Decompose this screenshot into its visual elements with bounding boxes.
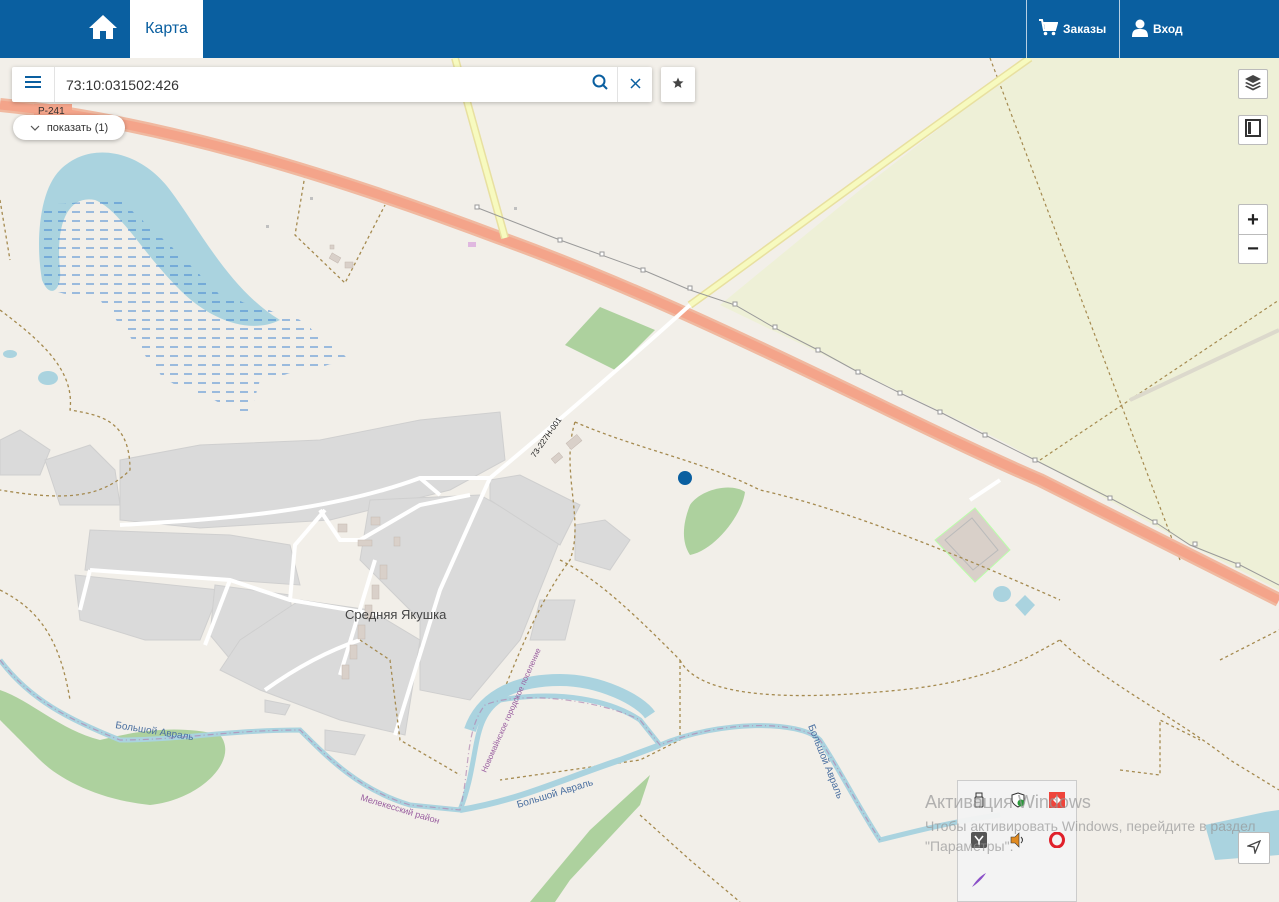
map-base-layer (0, 58, 1279, 902)
user-icon (1132, 19, 1153, 40)
search-bar (12, 67, 652, 102)
zoom-out-button[interactable]: − (1238, 234, 1268, 264)
show-results-label: показать (1) (46, 121, 109, 134)
tab-map[interactable]: Карта (130, 0, 203, 58)
opera-icon[interactable] (1048, 831, 1066, 849)
frame-icon (1244, 119, 1262, 141)
chevron-down-icon (30, 122, 47, 134)
close-icon (629, 76, 641, 94)
shield-icon[interactable] (1009, 791, 1027, 809)
cart-icon (1039, 19, 1063, 39)
login-button[interactable]: Вход (1119, 0, 1195, 58)
clear-search-button[interactable] (617, 67, 652, 102)
locate-button[interactable] (1238, 832, 1270, 864)
pen-icon[interactable] (970, 871, 988, 889)
system-tray-popup (957, 780, 1077, 902)
show-results-button[interactable]: показать (1) (13, 115, 125, 140)
top-navigation-bar: Карта Заказы Вход (0, 0, 1279, 58)
orders-label: Заказы (1063, 22, 1107, 36)
favorites-button[interactable] (661, 67, 695, 102)
map-canvas[interactable]: Р-241 73-227Н-001 Средняя Якушка Большой… (0, 58, 1279, 902)
usb-icon[interactable] (970, 791, 988, 809)
layers-icon (1244, 73, 1262, 95)
search-icon (592, 74, 608, 95)
search-button[interactable] (583, 67, 617, 102)
home-button[interactable] (78, 0, 128, 58)
layers-button[interactable] (1238, 69, 1268, 99)
orders-button[interactable]: Заказы (1026, 0, 1118, 58)
star-icon (672, 76, 684, 94)
anydesk-icon[interactable] (1048, 791, 1066, 809)
yandex-icon[interactable] (970, 831, 988, 849)
hamburger-icon (25, 75, 41, 94)
zoom-in-button[interactable]: + (1238, 204, 1268, 234)
navigation-arrow-icon (1245, 838, 1262, 858)
print-frame-button[interactable] (1238, 115, 1268, 145)
home-icon (87, 13, 119, 46)
search-input[interactable] (55, 67, 583, 102)
login-label: Вход (1153, 22, 1183, 36)
speaker-icon[interactable] (1009, 831, 1027, 849)
menu-button[interactable] (12, 67, 55, 102)
